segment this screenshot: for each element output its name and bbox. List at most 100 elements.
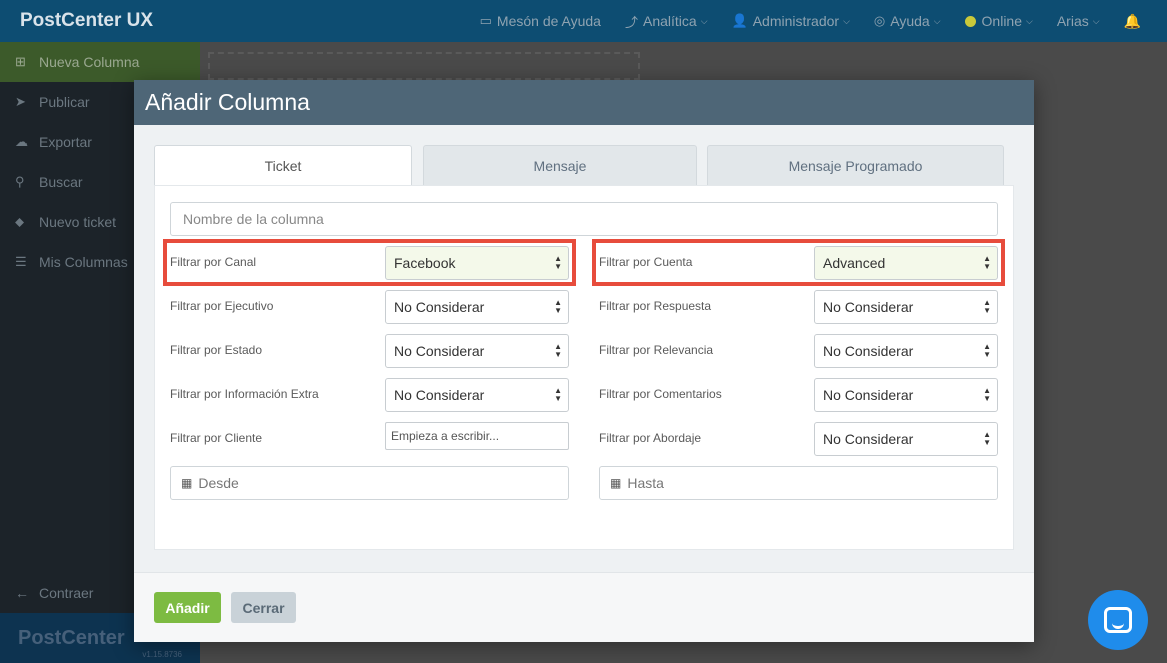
- tab-bar: Ticket Mensaje Mensaje Programado: [154, 145, 1014, 186]
- nav-label: Administrador: [752, 13, 840, 29]
- collapse-label: Contraer: [39, 585, 94, 601]
- comentarios-select[interactable]: No Considerar ▲ ▼: [814, 378, 998, 412]
- relevancia-select[interactable]: No Considerar ▲ ▼: [814, 334, 998, 368]
- sidebar-item-label: Publicar: [39, 94, 90, 110]
- add-column-modal: Añadir Columna Ticket Mensaje Mensaje Pr…: [134, 80, 1034, 642]
- tab-ticket[interactable]: Ticket: [154, 145, 412, 186]
- select-value: Facebook: [394, 255, 456, 271]
- search-icon: ⚲: [15, 174, 25, 189]
- new-column-placeholder: [208, 52, 640, 80]
- chevron-down-icon: ⌵: [843, 15, 850, 26]
- nav-user-menu[interactable]: Arias ⌵: [1045, 0, 1112, 42]
- chevron-down-icon: ⌵: [700, 15, 708, 26]
- select-value: No Considerar: [394, 343, 485, 359]
- select-value: No Considerar: [823, 431, 914, 447]
- calendar-icon: ▦: [181, 476, 193, 490]
- arrow-left-icon: ←: [15, 585, 29, 601]
- cloud-icon: ☁: [15, 134, 28, 149]
- filter-label-cuenta: Filtrar por Cuenta: [599, 255, 693, 269]
- cuenta-select[interactable]: Advanced ▲ ▼: [814, 246, 998, 280]
- date-to-placeholder: Hasta: [627, 475, 664, 491]
- select-value: Advanced: [823, 255, 886, 271]
- close-button[interactable]: Cerrar: [231, 592, 296, 623]
- select-arrows-icon: ▲ ▼: [554, 254, 562, 271]
- filter-label-informacion-extra: Filtrar por Información Extra: [170, 387, 319, 401]
- nav-online-status[interactable]: Online ⌵: [953, 0, 1045, 42]
- filter-label-cliente: Filtrar por Cliente: [170, 431, 263, 445]
- chat-icon: [1104, 607, 1132, 633]
- select-arrows-icon: ▲ ▼: [554, 386, 562, 403]
- chevron-down-icon: ⌵: [1026, 15, 1033, 26]
- version-label: v1.15.8736: [142, 650, 182, 659]
- calendar-icon: ▦: [610, 476, 622, 490]
- filter-label-respuesta: Filtrar por Respuesta: [599, 299, 712, 313]
- lifebuoy-icon: ◎: [873, 13, 886, 28]
- respuesta-select[interactable]: No Considerar ▲ ▼: [814, 290, 998, 324]
- select-value: No Considerar: [823, 299, 914, 315]
- top-nav: ▭ Mesón de Ayuda ⤴ Analítica ⌵ 👤 Adminis…: [468, 0, 1167, 42]
- ticket-tab-panel: Filtrar por Canal Facebook ▲▼ Filtrar po…: [154, 185, 1014, 550]
- nav-meson-de-ayuda[interactable]: ▭ Mesón de Ayuda: [468, 0, 613, 42]
- sidebar-item-label: Nueva Columna: [39, 54, 140, 70]
- user-icon: 👤: [731, 13, 748, 28]
- date-from-input[interactable]: ▦ Desde: [170, 466, 569, 500]
- filter-label-abordaje: Filtrar por Abordaje: [599, 431, 702, 445]
- modal-title: Añadir Columna: [145, 89, 310, 115]
- filter-label-ejecutivo: Filtrar por Ejecutivo: [170, 299, 274, 313]
- add-column-icon: ⊞: [15, 54, 26, 69]
- top-navbar: PostCenter UX ▭ Mesón de Ayuda ⤴ Analíti…: [0, 0, 1167, 42]
- ticket-icon: ⬥: [15, 214, 25, 229]
- select-arrows-icon: ▲ ▼: [554, 298, 562, 315]
- sidebar-item-label: Buscar: [39, 174, 83, 190]
- notifications-button[interactable]: 🔔: [1112, 0, 1153, 42]
- nav-label: Ayuda: [890, 13, 930, 29]
- select-arrows-icon: ▲ ▼: [554, 342, 562, 359]
- logo-text: PostCenter: [18, 626, 125, 649]
- select-arrows-icon: ▲ ▼: [983, 342, 991, 359]
- filter-label-canal: Filtrar por Canal: [170, 255, 257, 269]
- date-to-input[interactable]: ▦ Hasta: [599, 466, 998, 500]
- select-value: No Considerar: [394, 299, 485, 315]
- filter-label-relevancia: Filtrar por Relevancia: [599, 343, 714, 357]
- filter-label-comentarios: Filtrar por Comentarios: [599, 387, 722, 401]
- select-arrows-icon: ▲ ▼: [983, 254, 991, 271]
- send-icon: ➤: [15, 94, 26, 109]
- modal-body: Ticket Mensaje Mensaje Programado Filtra…: [134, 125, 1034, 572]
- add-button[interactable]: Añadir: [154, 592, 221, 623]
- chart-icon: ⤴: [624, 14, 638, 30]
- select-arrows-icon: ▲ ▼: [983, 298, 991, 315]
- select-value: No Considerar: [823, 387, 914, 403]
- nav-ayuda[interactable]: ◎ Ayuda ⌵: [862, 0, 953, 42]
- chevron-down-icon: ⌵: [933, 15, 941, 26]
- sidebar-item-label: Exportar: [39, 134, 92, 150]
- modal-header: Añadir Columna: [134, 80, 1034, 125]
- canal-select[interactable]: Facebook ▲ ▼: [385, 246, 569, 280]
- columns-icon: ☰: [15, 254, 27, 269]
- tab-mensaje[interactable]: Mensaje: [423, 145, 697, 186]
- nav-administrador[interactable]: 👤 Administrador ⌵: [720, 0, 862, 42]
- select-arrows-icon: ▲ ▼: [983, 386, 991, 403]
- sidebar-item-nueva-columna[interactable]: ⊞ Nueva Columna: [0, 42, 200, 82]
- modal-footer: Añadir Cerrar: [134, 572, 1034, 642]
- estado-select[interactable]: No Considerar ▲ ▼: [385, 334, 569, 368]
- sidebar-item-label: Mis Columnas: [39, 254, 128, 270]
- cliente-input[interactable]: Empieza a escribir...: [385, 422, 569, 450]
- column-name-input[interactable]: [170, 202, 998, 236]
- chat-launcher-button[interactable]: [1088, 590, 1148, 650]
- select-value: No Considerar: [394, 387, 485, 403]
- ejecutivo-select[interactable]: No Considerar ▲ ▼: [385, 290, 569, 324]
- abordaje-select[interactable]: No Considerar ▲ ▼: [814, 422, 998, 456]
- nav-label: Mesón de Ayuda: [496, 13, 601, 29]
- informacion-extra-select[interactable]: No Considerar ▲ ▼: [385, 378, 569, 412]
- select-arrows-icon: ▲ ▼: [983, 430, 991, 447]
- date-from-placeholder: Desde: [198, 475, 239, 491]
- nav-label: Analítica: [642, 13, 697, 29]
- brand-title[interactable]: PostCenter UX: [0, 10, 430, 32]
- nav-label: Online: [981, 13, 1022, 29]
- status-dot-icon: [964, 15, 976, 27]
- monitor-icon: ▭: [479, 13, 492, 28]
- tab-mensaje-programado[interactable]: Mensaje Programado: [707, 145, 1004, 186]
- nav-analitica[interactable]: ⤴ Analítica ⌵: [613, 0, 720, 42]
- chevron-down-icon: ⌵: [1092, 15, 1100, 26]
- bell-icon: 🔔: [1123, 12, 1141, 29]
